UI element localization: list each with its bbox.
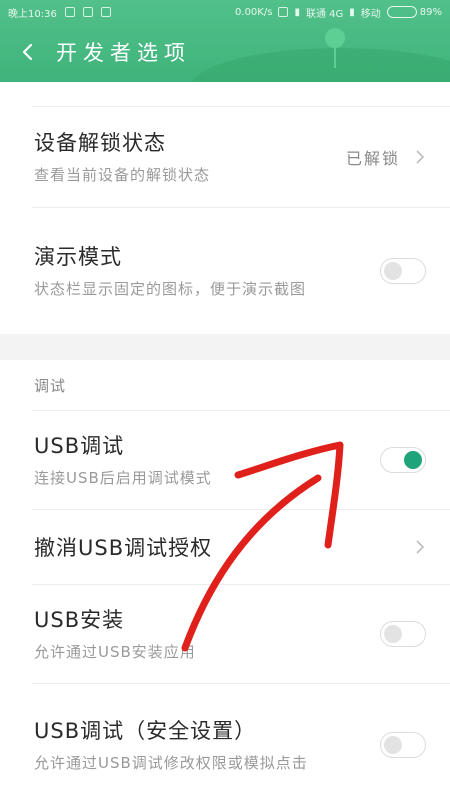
usb-debugging-title: USB调试 [34, 434, 125, 458]
row-texts: 演示模式 状态栏显示固定的图标，便于演示截图 [34, 241, 380, 301]
usb-debugging-row[interactable]: USB调试 连接USB后启用调试模式 [0, 411, 450, 509]
list-top-spacer [0, 82, 450, 106]
unlock-status-value: 已解锁 [345, 149, 400, 168]
usb-install-subtitle: 允许通过USB安装应用 [34, 643, 196, 661]
toggle-knob [384, 736, 402, 754]
chevron-right-icon [416, 150, 425, 164]
network-speed: 0.00K/s [235, 6, 273, 18]
toggle-knob [384, 262, 402, 280]
unlock-status-row[interactable]: 设备解锁状态 查看当前设备的解锁状态 已解锁 [0, 107, 450, 207]
toggle-knob [384, 625, 402, 643]
toolbar: 开发者选项 [0, 30, 450, 74]
unlock-status-subtitle: 查看当前设备的解锁状态 [34, 166, 211, 184]
unlock-status-title: 设备解锁状态 [34, 131, 166, 155]
revoke-usb-auth-title: 撤消USB调试授权 [34, 536, 213, 560]
row-texts: 撤消USB调试授权 [34, 532, 414, 562]
carrier-1: 联通 4G [305, 8, 344, 20]
settings-list: 设备解锁状态 查看当前设备的解锁状态 已解锁 演示模式 状态栏显示固定的图标，便… [0, 82, 450, 800]
usb-debugging-security-subtitle: 允许通过USB调试修改权限或模拟点击 [34, 754, 308, 772]
section-header-debug: 调试 [34, 376, 67, 395]
chevron-right-icon [416, 540, 425, 554]
demo-mode-subtitle: 状态栏显示固定的图标，便于演示截图 [34, 280, 307, 298]
row-texts: 设备解锁状态 查看当前设备的解锁状态 [34, 127, 346, 187]
usb-install-row[interactable]: USB安装 允许通过USB安装应用 [0, 585, 450, 683]
row-texts: USB安装 允许通过USB安装应用 [34, 604, 380, 664]
signal-icon: ▮ [294, 6, 300, 18]
app-header: 晚上10:36 0.00K/s ▮ 联通 4G ▮ 移动 89% 开发者选项 [0, 0, 450, 82]
usb-debugging-security-row[interactable]: USB调试（安全设置） 允许通过USB调试修改权限或模拟点击 [0, 684, 450, 800]
notification-icon [82, 7, 93, 17]
demo-mode-toggle[interactable] [380, 258, 426, 284]
usb-debugging-security-title: USB调试（安全设置） [34, 719, 257, 743]
usb-install-title: USB安装 [34, 608, 125, 632]
battery-icon [386, 6, 417, 18]
usb-install-toggle[interactable] [380, 621, 426, 647]
demo-mode-title: 演示模式 [34, 245, 122, 269]
signal-icon: ▮ [349, 6, 355, 18]
notification-icon [100, 7, 111, 17]
battery-text: 89% [419, 6, 442, 18]
usb-debugging-subtitle: 连接USB后启用调试模式 [34, 469, 212, 487]
demo-mode-row[interactable]: 演示模式 状态栏显示固定的图标，便于演示截图 [0, 208, 450, 334]
revoke-usb-auth-row[interactable]: 撤消USB调试授权 [0, 510, 450, 584]
row-texts: USB调试（安全设置） 允许通过USB调试修改权限或模拟点击 [34, 715, 380, 775]
section-gap [0, 334, 450, 360]
battery-indicator: 89% [386, 6, 442, 18]
row-texts: USB调试 连接USB后启用调试模式 [34, 430, 380, 490]
back-button[interactable] [0, 30, 56, 74]
page-title: 开发者选项 [56, 41, 191, 65]
carrier-2: 移动 [360, 8, 381, 20]
notification-icon [64, 7, 75, 17]
usb-debugging-security-toggle[interactable] [380, 732, 426, 758]
status-time: 晚上10:36 [8, 8, 57, 20]
alarm-icon [278, 7, 289, 17]
status-bar: 晚上10:36 0.00K/s ▮ 联通 4G ▮ 移动 89% [0, 0, 450, 24]
usb-debugging-toggle[interactable] [380, 447, 426, 473]
back-arrow-icon [22, 43, 33, 61]
toggle-knob [404, 451, 422, 469]
